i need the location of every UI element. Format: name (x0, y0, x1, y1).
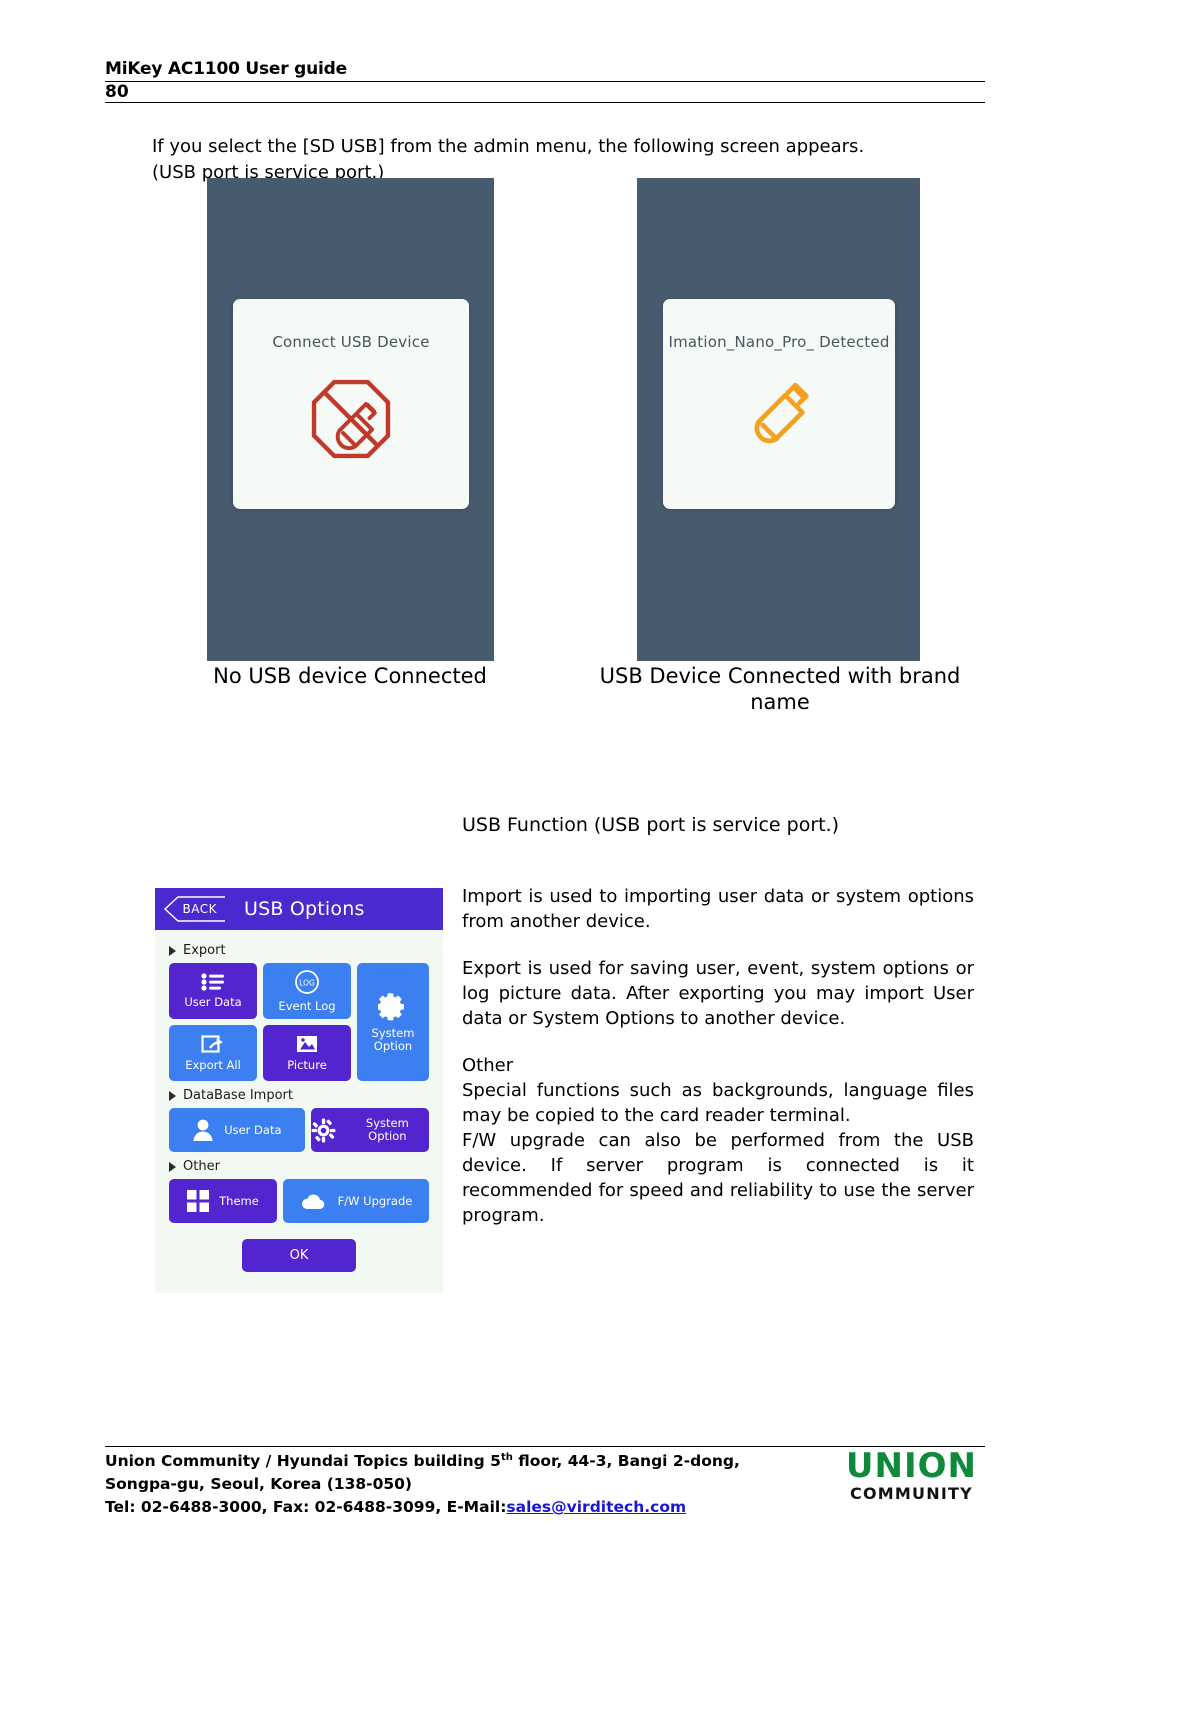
section-label-export: Export (183, 943, 226, 958)
fw-upgrade-button[interactable]: F/W Upgrade (283, 1179, 429, 1223)
export-col-2: LOG Event Log Picture (263, 963, 351, 1081)
export-col-3: System Option (357, 963, 429, 1081)
page-number: 80 (105, 82, 129, 102)
export-system-option-button[interactable]: System Option (357, 963, 429, 1081)
export-user-data-label: User Data (184, 995, 242, 1009)
back-button-label: BACK (182, 902, 217, 916)
other-subheading: Other (462, 1055, 514, 1076)
caption-usb-detected: USB Device Connected with brand name (599, 664, 961, 714)
theme-button[interactable]: Theme (169, 1179, 277, 1223)
triangle-bullet-icon (169, 1090, 176, 1101)
page-footer: Union Community / Hyundai Topics buildin… (105, 1446, 985, 1519)
footer-line-3: Tel: 02-6488-3000, Fax: 02-6488-3099, E-… (105, 1496, 740, 1519)
intro-line-1: If you select the [SD USB] from the admi… (152, 136, 865, 157)
usb-detected-label: Imation_Nano_Pro_ Detected (668, 333, 890, 351)
logo-wordmark: UNION (845, 1446, 977, 1486)
usb-options-title: USB Options (244, 898, 365, 920)
import-user-data-button[interactable]: User Data (169, 1108, 305, 1152)
footer-contact-text: Tel: 02-6488-3000, Fax: 02-6488-3099, E-… (105, 1498, 507, 1517)
triangle-bullet-icon (169, 1161, 176, 1172)
usb-status-label: Connect USB Device (272, 333, 430, 351)
usb-disconnected-icon (233, 375, 469, 467)
import-button-grid: User Data System Option (169, 1108, 429, 1152)
usb-drive-icon (663, 375, 895, 457)
document-title: MiKey AC1100 User guide (105, 59, 347, 79)
theme-label: Theme (219, 1193, 259, 1208)
person-icon (192, 1118, 214, 1142)
paragraph-other-2: F/W upgrade can also be performed from t… (462, 1130, 974, 1226)
header-rule-second (105, 102, 985, 103)
cloud-upload-icon (300, 1191, 328, 1211)
export-all-label: Export All (185, 1058, 241, 1072)
export-all-button[interactable]: Export All (169, 1025, 257, 1081)
ok-button[interactable]: OK (242, 1239, 356, 1272)
export-event-log-button[interactable]: LOG Event Log (263, 963, 351, 1019)
export-event-log-label: Event Log (278, 999, 336, 1013)
other-button-grid: Theme F/W Upgrade (169, 1179, 429, 1223)
export-picture-button[interactable]: Picture (263, 1025, 351, 1081)
back-button[interactable]: BACK (163, 896, 226, 922)
caption-no-usb: No USB device Connected (213, 664, 487, 688)
page-header: MiKey AC1100 User guide 80 (105, 58, 985, 103)
usb-options-header: BACK USB Options (155, 888, 443, 930)
section-header-other: Other (169, 1159, 429, 1174)
union-community-logo: UNION COMMUNITY (846, 1448, 977, 1503)
footer-line-1-a: Union Community / Hyundai Topics buildin… (105, 1452, 501, 1471)
export-arrow-icon (201, 1034, 225, 1054)
export-user-data-button[interactable]: User Data (169, 963, 257, 1019)
import-user-data-label: User Data (224, 1122, 282, 1137)
footer-email-link[interactable]: sales@virditech.com (506, 1498, 686, 1516)
triangle-bullet-icon (169, 945, 176, 956)
log-circle-icon: LOG (294, 969, 320, 995)
device-screenshot-usb-detected: Imation_Nano_Pro_ Detected (637, 178, 920, 661)
import-system-option-label: System Option (365, 1116, 409, 1143)
body-copy: USB Function (USB port is service port.)… (462, 812, 974, 1228)
footer-line-1: Union Community / Hyundai Topics buildin… (105, 1446, 740, 1473)
section-header-database-import: DataBase Import (169, 1088, 429, 1103)
gear-icon (311, 1118, 336, 1143)
usb-detected-card: Imation_Nano_Pro_ Detected (663, 299, 895, 509)
export-button-grid: User Data Export All LOG Event Log Pictu… (169, 963, 429, 1081)
section-header-export: Export (169, 943, 429, 958)
svg-text:LOG: LOG (299, 979, 315, 988)
logo-subtext: COMMUNITY (850, 1484, 973, 1503)
fw-upgrade-label: F/W Upgrade (337, 1193, 413, 1208)
footer-address: Union Community / Hyundai Topics buildin… (105, 1446, 740, 1519)
section-label-database-import: DataBase Import (183, 1088, 293, 1103)
export-picture-label: Picture (287, 1058, 327, 1072)
list-icon (201, 973, 225, 991)
gear-icon (376, 992, 408, 1022)
usb-options-screen: BACK USB Options Export User Data Export… (155, 888, 443, 1293)
footer-line-1-b: floor, 44-3, Bangi 2-dong, (512, 1452, 740, 1471)
paragraph-export: Export is used for saving user, event, s… (462, 958, 974, 1029)
usb-status-card: Connect USB Device (233, 299, 469, 509)
paragraph-other-1: Special functions such as backgrounds, l… (462, 1080, 974, 1126)
usb-options-body: Export User Data Export All LOG Event Lo… (155, 930, 443, 1272)
export-system-option-label: System Option (371, 1025, 415, 1053)
device-screenshot-no-usb: Connect USB Device (207, 178, 494, 661)
export-col-1: User Data Export All (169, 963, 257, 1081)
footer-ordinal-suffix: th (500, 1452, 513, 1463)
paragraph-import: Import is used to importing user data or… (462, 886, 974, 932)
body-heading: USB Function (USB port is service port.) (462, 814, 840, 836)
import-system-option-button[interactable]: System Option (310, 1108, 429, 1152)
image-icon (295, 1034, 319, 1054)
footer-line-2: Songpa-gu, Seoul, Korea (138-050) (105, 1475, 413, 1494)
ok-button-row: OK (169, 1239, 429, 1272)
grid-icon (187, 1190, 210, 1212)
section-label-other: Other (183, 1159, 220, 1174)
